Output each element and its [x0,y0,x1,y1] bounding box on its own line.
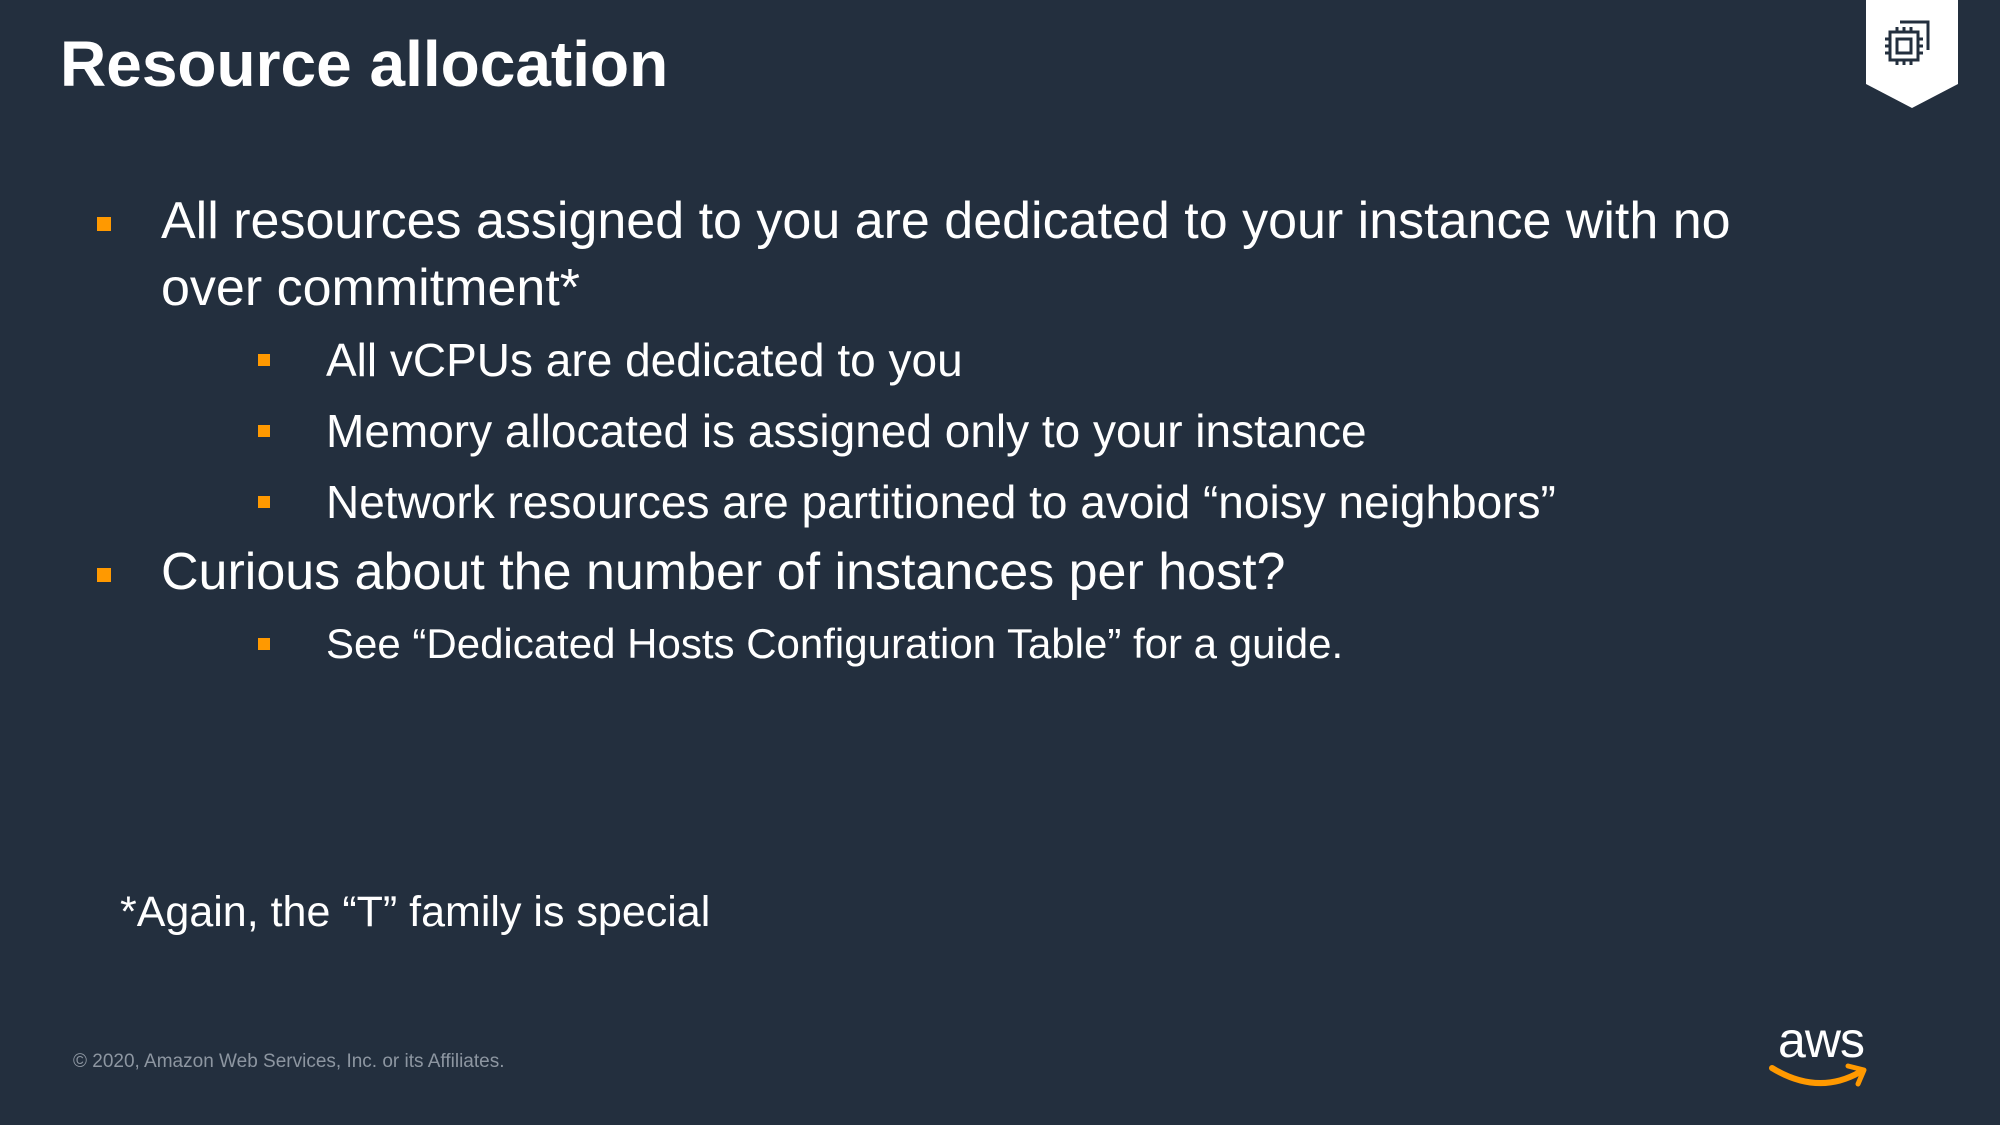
sub-bullet-text: Memory allocated is assigned only to you… [326,405,1367,457]
footnote: *Again, the “T” family is special [120,888,711,936]
bullet-marker [258,354,270,366]
bullet-instances-per-host: Curious about the number of instances pe… [0,539,2000,606]
sub-bullet-text: All vCPUs are dedicated to you [326,334,963,386]
aws-logo: aws [1768,1012,1874,1092]
bullet-marker [97,217,111,231]
copyright-text: © 2020, Amazon Web Services, Inc. or its… [73,1051,505,1072]
slide-title: Resource allocation [60,28,669,100]
sub-bullet-memory: Memory allocated is assigned only to you… [0,398,2000,464]
aws-smile-icon [1769,1063,1867,1087]
section-badge [1866,0,1958,108]
sub-bullet-text: See “Dedicated Hosts Configuration Table… [326,620,1344,667]
bullet-text-line: over commitment* [161,259,580,317]
bullet-marker [258,425,270,437]
sub-bullet-config-table: See “Dedicated Hosts Configuration Table… [0,611,2000,677]
sub-bullet-text: Network resources are partitioned to avo… [326,476,1556,528]
sub-bullet-network: Network resources are partitioned to avo… [0,469,2000,535]
bullet-text-line: All resources assigned to you are dedica… [161,192,1731,250]
bullet-list: All resources assigned to you are dedica… [0,188,2000,677]
bullet-marker [258,638,270,650]
sub-bullet-vcpus: All vCPUs are dedicated to you [0,327,2000,393]
bullet-dedicated-resources: All resources assigned to you are dedica… [0,188,2000,322]
bullet-text-line: Curious about the number of instances pe… [161,543,1286,601]
bullet-marker [97,568,111,582]
bullet-marker [258,496,270,508]
